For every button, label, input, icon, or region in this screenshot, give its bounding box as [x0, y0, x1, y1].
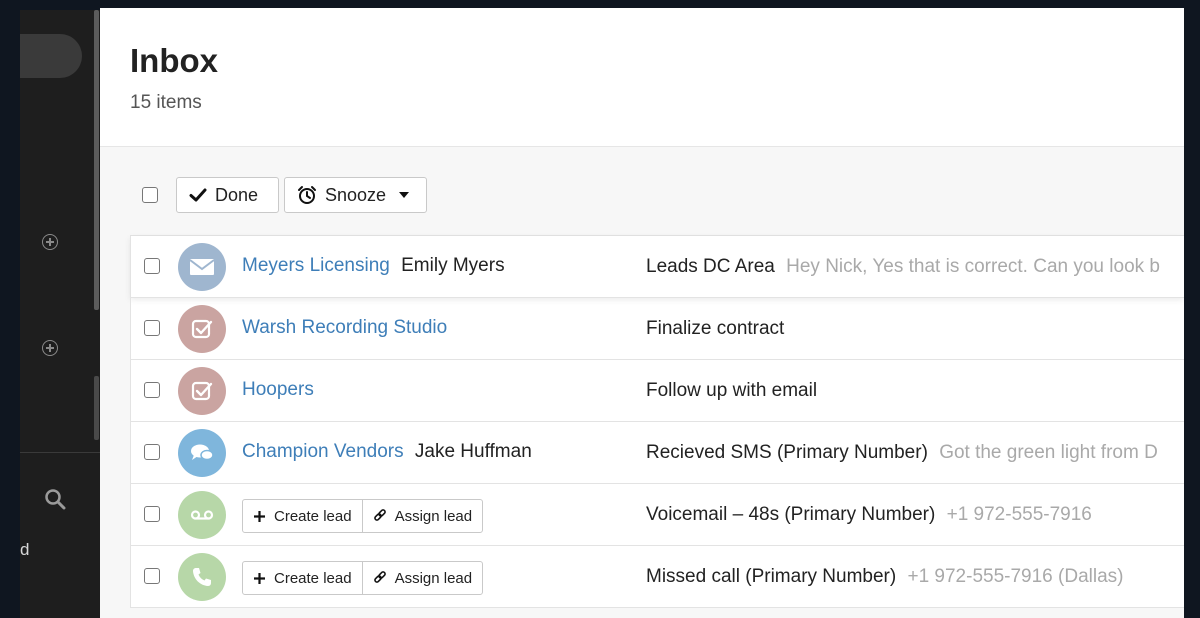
lead-actions: Create lead Assign lead: [242, 561, 484, 595]
lead-actions: Create lead Assign lead: [242, 499, 484, 533]
company-link[interactable]: Champion Vendors: [242, 441, 404, 462]
preview-text: +1 972-555-7916: [946, 504, 1092, 525]
sidebar-scrollbar[interactable]: [94, 10, 99, 310]
subject: Recieved SMS (Primary Number): [646, 442, 928, 463]
list-item[interactable]: Hoopers Follow up with email: [130, 360, 1184, 422]
create-lead-button[interactable]: Create lead: [243, 562, 362, 594]
sidebar-scrollbar-lower[interactable]: [94, 376, 99, 440]
add-circle-icon[interactable]: [42, 340, 58, 356]
row-checkbox[interactable]: [144, 258, 160, 274]
sidebar: d: [20, 10, 100, 618]
subject: Follow up with email: [646, 380, 818, 401]
snooze-label: Snooze: [325, 184, 387, 205]
create-lead-label: Create lead: [274, 507, 352, 525]
company-link[interactable]: Warsh Recording Studio: [242, 317, 447, 338]
preview-text: Got the green light from D: [939, 442, 1158, 463]
checkmark-icon: [189, 187, 207, 203]
done-button[interactable]: Done: [176, 177, 279, 213]
row-checkbox[interactable]: [144, 444, 160, 460]
page-title: Inbox: [130, 42, 218, 79]
sidebar-divider: [20, 452, 100, 453]
assign-lead-button[interactable]: Assign lead: [361, 500, 483, 532]
list-item[interactable]: Create lead Assign lead Voicemail – 48s …: [130, 484, 1184, 546]
list-item[interactable]: Meyers Licensing Emily Myers Leads DC Ar…: [130, 236, 1184, 298]
plus-icon: [253, 572, 266, 585]
voicemail-icon: [178, 491, 226, 539]
search-icon[interactable]: [44, 488, 66, 515]
company-link[interactable]: Hoopers: [242, 379, 314, 400]
sidebar-active-item[interactable]: [20, 34, 82, 78]
create-lead-label: Create lead: [274, 569, 352, 587]
select-all-checkbox[interactable]: [142, 187, 158, 203]
link-icon: [373, 509, 387, 523]
inbox-panel: Inbox 15 items Done Snooze Meyers Licens…: [100, 8, 1184, 618]
chat-bubbles-icon: [178, 429, 226, 477]
assign-lead-button[interactable]: Assign lead: [361, 562, 483, 594]
list-item[interactable]: Champion Vendors Jake Huffman Recieved S…: [130, 422, 1184, 484]
link-icon: [373, 571, 387, 585]
preview-text: Hey Nick, Yes that is correct. Can you l…: [786, 256, 1160, 277]
row-checkbox[interactable]: [144, 320, 160, 336]
list-item[interactable]: Warsh Recording Studio Finalize contract: [130, 298, 1184, 360]
done-label: Done: [215, 184, 259, 205]
assign-lead-label: Assign lead: [394, 507, 473, 525]
subject: Finalize contract: [646, 318, 785, 339]
task-check-icon: [178, 367, 226, 415]
subject: Voicemail – 48s (Primary Number): [646, 504, 936, 525]
phone-icon: [178, 553, 226, 601]
subject: Missed call (Primary Number): [646, 566, 897, 587]
create-lead-button[interactable]: Create lead: [243, 500, 362, 532]
subject: Leads DC Area: [646, 256, 775, 277]
inbox-content: Done Snooze Meyers Licensing Emily Myers…: [100, 147, 1184, 618]
inbox-header: Inbox 15 items: [100, 8, 1184, 147]
item-count: 15 items: [130, 92, 202, 113]
bulk-toolbar: Done Snooze: [142, 177, 427, 213]
add-circle-icon[interactable]: [42, 234, 58, 250]
inbox-list: Meyers Licensing Emily Myers Leads DC Ar…: [130, 235, 1184, 608]
assign-lead-label: Assign lead: [394, 569, 473, 587]
task-check-icon: [178, 305, 226, 353]
list-item[interactable]: Create lead Assign lead Missed call (Pri…: [130, 546, 1184, 608]
preview-text: +1 972-555-7916 (Dallas): [907, 566, 1124, 587]
company-link[interactable]: Meyers Licensing: [242, 255, 390, 276]
envelope-icon: [178, 243, 226, 291]
row-checkbox[interactable]: [144, 382, 160, 398]
contact-name[interactable]: Jake Huffman: [415, 441, 532, 462]
snooze-button[interactable]: Snooze: [284, 177, 427, 213]
sidebar-partial-label: d: [20, 540, 30, 559]
row-checkbox[interactable]: [144, 506, 160, 522]
row-checkbox[interactable]: [144, 568, 160, 584]
alarm-clock-icon: [297, 185, 317, 205]
contact-name[interactable]: Emily Myers: [401, 255, 504, 276]
caret-down-icon: [398, 191, 410, 199]
plus-icon: [253, 510, 266, 523]
